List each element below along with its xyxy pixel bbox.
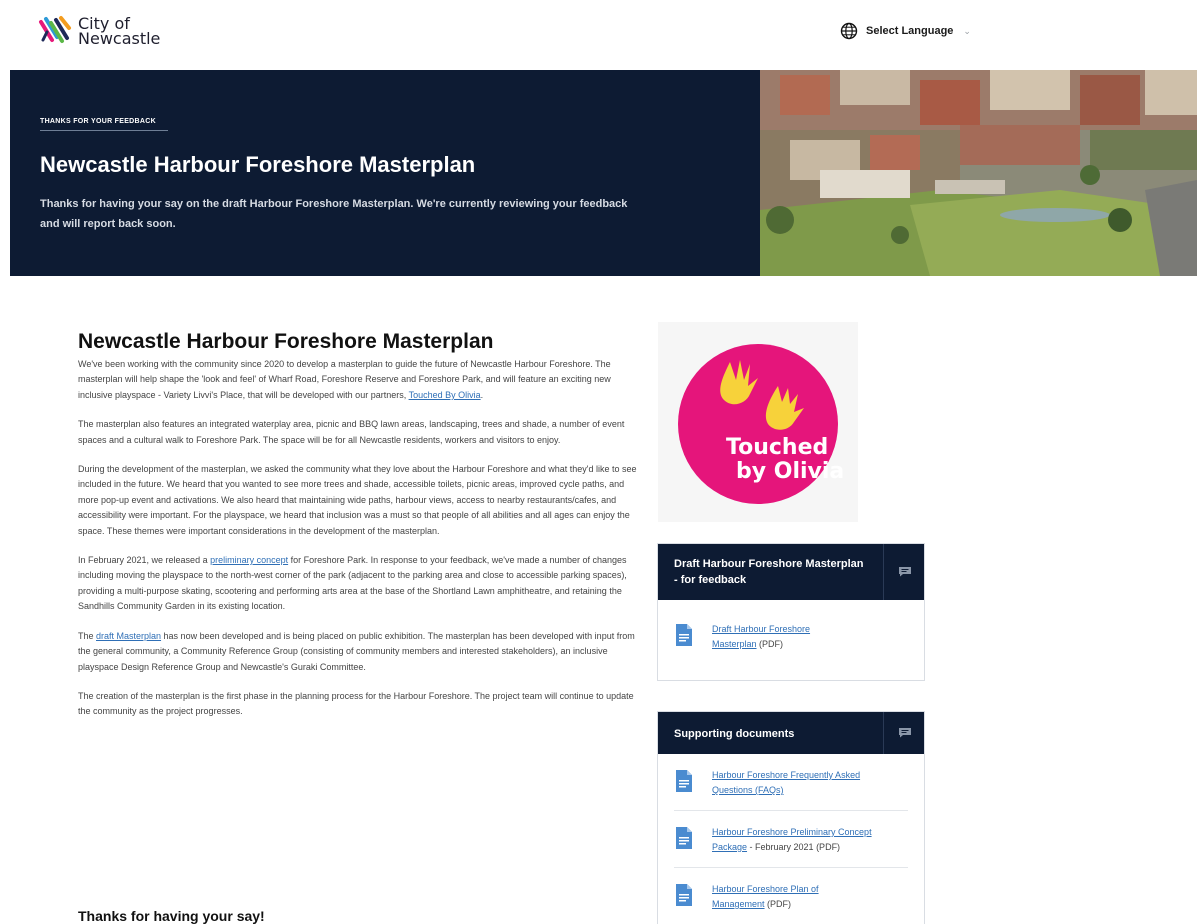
- intro-paragraph: We've been working with the community si…: [78, 357, 640, 403]
- hero-eyebrow-divider: [40, 130, 168, 131]
- touched-by-olivia-link[interactable]: Touched By Olivia: [409, 390, 481, 400]
- hero-title: Newcastle Harbour Foreshore Masterplan: [40, 152, 476, 177]
- hero-subtitle: Thanks for having your say on the draft …: [40, 198, 628, 230]
- olivia-logo-text-1: Touched: [726, 435, 828, 460]
- document-icon: [676, 770, 692, 792]
- document-suffix: - February 2021 (PDF): [747, 842, 841, 852]
- supporting-card-header: Supporting documents: [658, 712, 924, 754]
- language-selector[interactable]: Select Language ⌄: [840, 22, 971, 40]
- document-item[interactable]: Harbour Foreshore Plan of Management (PD…: [674, 867, 908, 924]
- feedback-card-header: Draft Harbour Foreshore Masterplan - for…: [658, 544, 924, 600]
- site-header: City of Newcastle Select Language ⌄: [0, 0, 1197, 70]
- draft-masterplan-paragraph: The draft Masterplan has now been develo…: [78, 629, 640, 675]
- preliminary-paragraph: In February 2021, we released a prelimin…: [78, 553, 640, 615]
- document-icon: [676, 624, 692, 646]
- chevron-down-icon: ⌄: [963, 25, 971, 36]
- draft-text-start: The: [78, 630, 97, 641]
- page-title: Newcastle Harbour Foreshore Masterplan: [78, 330, 494, 353]
- document-icon: [676, 827, 692, 849]
- document-suffix: (PDF): [756, 639, 784, 649]
- hero-banner: THANKS FOR YOUR FEEDBACK Newcastle Harbo…: [10, 70, 1197, 276]
- preliminary-text-start: In February 2021, we released a: [78, 555, 211, 566]
- olivia-logo-text-2: by Olivia: [736, 459, 844, 484]
- preliminary-concept-link[interactable]: preliminary concept: [210, 555, 288, 565]
- document-link[interactable]: Harbour Foreshore Frequently Asked Quest…: [712, 770, 860, 795]
- intro-text: We've been working with the community si…: [78, 359, 611, 400]
- draft-masterplan-link[interactable]: draft Masterplan: [96, 631, 161, 641]
- document-item[interactable]: Harbour Foreshore Frequently Asked Quest…: [658, 754, 924, 810]
- comment-icon[interactable]: [898, 727, 912, 738]
- supporting-documents-card: Supporting documents Harbour Foreshore F…: [657, 711, 925, 924]
- language-label: Select Language: [866, 25, 954, 37]
- header-divider: [883, 544, 884, 600]
- header-divider: [883, 712, 884, 754]
- touched-by-olivia-logo[interactable]: Touched by Olivia: [658, 322, 858, 522]
- hero-eyebrow: THANKS FOR YOUR FEEDBACK: [40, 118, 156, 125]
- globe-icon: [840, 22, 858, 40]
- main-content: Newcastle Harbour Foreshore Masterplan W…: [78, 330, 640, 734]
- feedback-card: Draft Harbour Foreshore Masterplan - for…: [657, 543, 925, 681]
- comment-icon[interactable]: [898, 566, 912, 577]
- feedback-card-title: Draft Harbour Foreshore Masterplan - for…: [674, 558, 864, 586]
- city-of-newcastle-logo[interactable]: City of Newcastle: [38, 14, 160, 48]
- document-item[interactable]: Draft Harbour Foreshore Masterplan (PDF): [658, 600, 924, 680]
- document-item[interactable]: Harbour Foreshore Preliminary Concept Pa…: [674, 810, 908, 867]
- thanks-heading: Thanks for having your say!: [78, 908, 265, 924]
- logo-mark-icon: [39, 16, 71, 43]
- logo-text-line2: Newcastle: [78, 29, 161, 48]
- consultation-paragraph: During the development of the masterplan…: [78, 464, 637, 536]
- features-paragraph: The masterplan also features an integrat…: [78, 419, 625, 445]
- document-suffix: (PDF): [764, 899, 792, 909]
- next-steps-paragraph: The creation of the masterplan is the fi…: [78, 690, 634, 717]
- hero-aerial-photo: [760, 70, 1197, 276]
- draft-text-end: has now been developed and is being plac…: [78, 630, 635, 672]
- supporting-card-title: Supporting documents: [674, 728, 795, 740]
- document-icon: [676, 884, 692, 906]
- intro-end: .: [480, 389, 484, 400]
